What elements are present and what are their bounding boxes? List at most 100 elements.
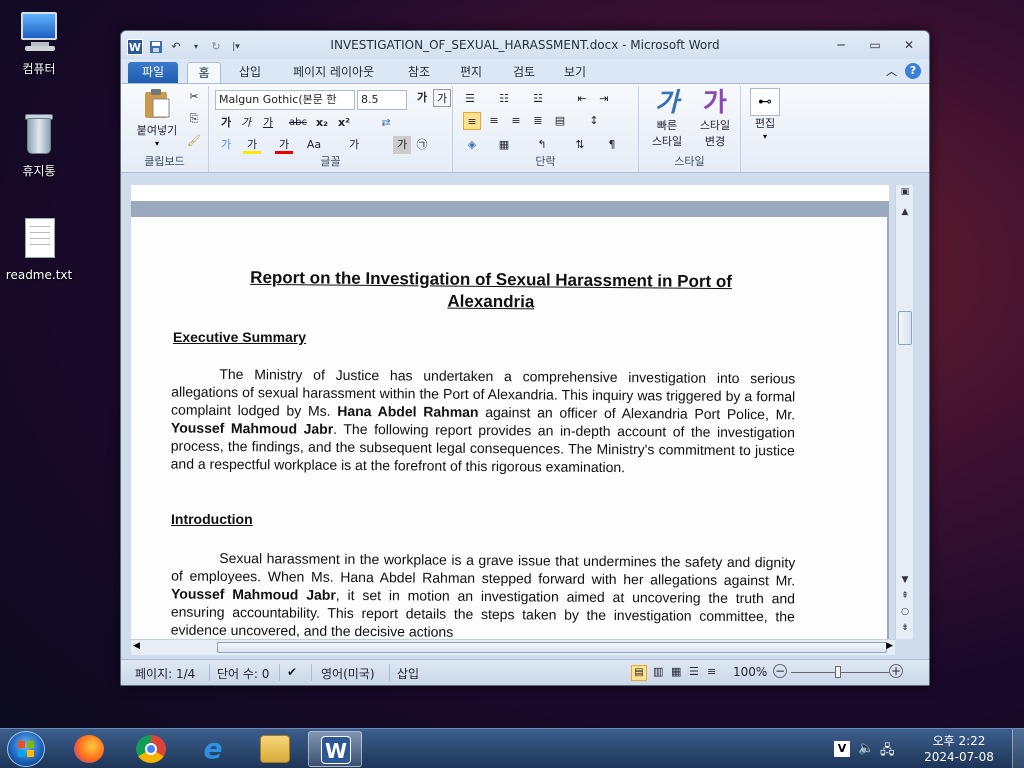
borders-icon[interactable]: ▦: [495, 136, 513, 154]
zoom-slider-thumb[interactable]: [835, 666, 841, 678]
show-marks-icon[interactable]: ¶: [603, 136, 621, 154]
taskbar-file-explorer[interactable]: [248, 731, 302, 767]
align-left-icon[interactable]: ≡: [463, 112, 481, 130]
scroll-up-icon[interactable]: ▲: [896, 207, 914, 217]
insert-mode[interactable]: 삽입: [397, 665, 419, 682]
ruler-toggle-icon[interactable]: ▣: [896, 187, 914, 197]
desktop-icon-computer[interactable]: 컴퓨터: [4, 8, 74, 77]
editing-button[interactable]: ⊷ 편집 ▾: [747, 88, 783, 141]
increase-indent-icon[interactable]: ⇥: [595, 90, 613, 108]
minimize-button[interactable]: ─: [831, 37, 851, 53]
taskbar-word[interactable]: W: [308, 731, 362, 767]
network-icon[interactable]: 🖧: [880, 741, 895, 763]
grow-font-icon[interactable]: 가: [413, 89, 431, 107]
sort-icon[interactable]: ⇅: [571, 136, 589, 154]
zoom-in-icon[interactable]: +: [889, 664, 903, 678]
tab-page-layout[interactable]: 페이지 레이아웃: [287, 62, 380, 83]
highlight-icon[interactable]: 가: [243, 136, 261, 154]
start-button[interactable]: [7, 731, 45, 767]
change-case-icon[interactable]: ⇄: [377, 114, 395, 132]
tab-file[interactable]: 파일: [128, 62, 178, 83]
text-effects-icon[interactable]: 가: [217, 136, 235, 154]
font-name-select[interactable]: Malgun Gothic(본문 한: [215, 90, 355, 110]
clear-format-icon[interactable]: 가: [433, 89, 451, 107]
document-area[interactable]: Report on the Investigation of Sexual Ha…: [131, 185, 889, 639]
horizontal-scroll-thumb[interactable]: [217, 642, 887, 653]
format-painter-icon[interactable]: 🖌: [185, 132, 203, 150]
zoom-out-icon[interactable]: −: [773, 664, 787, 678]
taskbar-firefox[interactable]: [62, 731, 116, 767]
tab-insert[interactable]: 삽입: [233, 62, 267, 83]
change-case-button[interactable]: Aa: [305, 136, 323, 154]
tab-view[interactable]: 보기: [558, 62, 592, 83]
align-center-icon[interactable]: ≡: [485, 112, 503, 130]
horizontal-scrollbar[interactable]: ◀ ▶: [131, 639, 895, 655]
font-size-select[interactable]: 8.5: [357, 90, 407, 110]
distribute-icon[interactable]: ▤: [551, 112, 569, 130]
help-icon[interactable]: ?: [905, 63, 921, 79]
align-right-icon[interactable]: ≡: [507, 112, 525, 130]
scroll-right-icon[interactable]: ▶: [886, 641, 893, 651]
tab-mailings[interactable]: 편지: [454, 62, 488, 83]
quick-styles-button[interactable]: 가 빠른 스타일: [645, 88, 689, 150]
tab-references[interactable]: 참조: [402, 62, 436, 83]
minimize-ribbon-icon[interactable]: ︿: [886, 63, 897, 79]
justify-icon[interactable]: ≣: [529, 112, 547, 130]
ime-icon[interactable]: V: [834, 741, 850, 757]
clock[interactable]: 오후 2:22 2024-07-08: [924, 733, 994, 765]
volume-icon[interactable]: 🔈: [858, 741, 874, 756]
shading-icon[interactable]: ◈: [463, 136, 481, 154]
previous-page-icon[interactable]: ⇞: [896, 591, 914, 601]
desktop-icon-readme[interactable]: readme.txt: [4, 216, 74, 282]
multilevel-list-icon[interactable]: ☳: [529, 90, 547, 108]
paste-label: 붙여넣기: [136, 124, 178, 137]
vertical-scrollbar[interactable]: ▣ ▲ ▼ ⇞ ○ ⇟: [895, 185, 913, 639]
browse-object-icon[interactable]: ○: [896, 607, 914, 617]
document-page[interactable]: Report on the Investigation of Sexual Ha…: [131, 217, 887, 639]
numbering-icon[interactable]: ☷: [495, 90, 513, 108]
enclose-char-icon[interactable]: 가: [393, 136, 411, 154]
scroll-left-icon[interactable]: ◀: [133, 641, 140, 651]
superscript-button[interactable]: x²: [335, 114, 353, 132]
bullets-icon[interactable]: ☰: [461, 90, 479, 108]
desktop-icon-recycle-bin[interactable]: 휴지통: [4, 110, 74, 179]
next-page-icon[interactable]: ⇟: [896, 623, 914, 633]
tab-home[interactable]: 홈: [187, 62, 221, 83]
group-label-paragraph: 단락: [535, 155, 556, 168]
vertical-scroll-thumb[interactable]: [898, 311, 912, 345]
taskbar-internet-explorer[interactable]: e: [186, 731, 240, 767]
print-layout-icon[interactable]: ▤: [631, 665, 647, 681]
taskbar-chrome[interactable]: [124, 731, 178, 767]
line-spacing-icon[interactable]: ↕: [585, 112, 603, 130]
restore-button[interactable]: ▭: [865, 37, 885, 53]
page-count[interactable]: 페이지: 1/4: [135, 665, 195, 682]
scroll-down-icon[interactable]: ▼: [896, 575, 914, 585]
underline-button[interactable]: 가: [259, 114, 277, 132]
full-screen-reading-icon[interactable]: ▥: [653, 665, 663, 678]
proofing-icon[interactable]: ✔: [287, 665, 297, 679]
close-button[interactable]: ✕: [899, 37, 919, 53]
cut-icon[interactable]: ✂: [185, 88, 203, 106]
font-color-icon[interactable]: 가: [275, 136, 293, 154]
language[interactable]: 영어(미국): [321, 665, 375, 682]
copy-icon[interactable]: ⎘: [185, 110, 203, 128]
italic-button[interactable]: 가: [237, 114, 255, 132]
change-styles-button[interactable]: 가 스타일 변경: [693, 88, 737, 150]
tab-review[interactable]: 검토: [507, 62, 541, 83]
show-desktop-button[interactable]: [1012, 729, 1024, 768]
word-count[interactable]: 단어 수: 0: [217, 665, 269, 682]
strikethrough-button[interactable]: abc: [289, 114, 307, 132]
circled-char-icon[interactable]: ㉠: [413, 136, 431, 154]
shrink-font-icon[interactable]: 가: [345, 136, 363, 154]
bold-button[interactable]: 가: [217, 114, 235, 132]
zoom-level[interactable]: 100%: [733, 665, 767, 679]
change-styles-label2: 변경: [704, 135, 726, 148]
decrease-indent-icon[interactable]: ⇤: [573, 90, 591, 108]
web-layout-icon[interactable]: ▦: [671, 665, 681, 678]
draft-icon[interactable]: ≡: [707, 665, 716, 678]
subscript-button[interactable]: x₂: [313, 114, 331, 132]
paste-dropdown-icon: ▾: [154, 139, 159, 148]
outline-icon[interactable]: ☰: [689, 665, 699, 678]
asian-layout-icon[interactable]: ↰: [533, 136, 551, 154]
paste-button[interactable]: 붙여넣기 ▾: [129, 88, 185, 152]
